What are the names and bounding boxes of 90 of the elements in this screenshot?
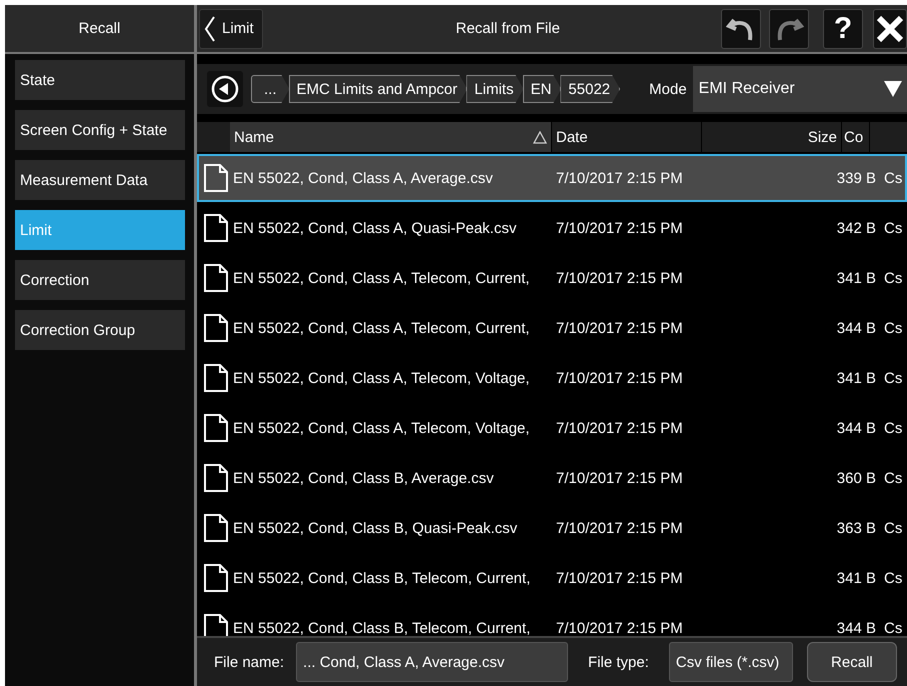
file-size: 341 B — [836, 370, 876, 386]
document-icon — [203, 614, 229, 636]
file-date: 7/10/2017 2:15 PM — [555, 620, 684, 636]
panel-title: Recall — [5, 5, 194, 54]
help-button[interactable]: ? — [823, 8, 863, 48]
file-name: EN 55022, Cond, Class A, Average.csv — [233, 170, 493, 186]
breadcrumb-item[interactable]: EN — [522, 75, 562, 103]
table-cell-text: Cs — [883, 620, 904, 636]
document-icon — [203, 214, 229, 242]
document-icon — [203, 264, 229, 292]
file-date: 7/10/2017 2:15 PM — [555, 570, 684, 586]
sidebar-item[interactable]: Screen Config + State — [15, 110, 185, 150]
breadcrumb-item[interactable]: EMC Limits and Ampcor — [288, 75, 468, 103]
file-row[interactable]: EN 55022, Cond, Class A, Telecom, Current, 7/10/2017 2:15 PM 341 B Cs — [197, 254, 907, 302]
document-icon — [203, 314, 229, 342]
file-size: 363 B — [836, 520, 876, 536]
document-icon — [203, 564, 229, 592]
file-size: 360 B — [836, 470, 876, 486]
file-date: 7/10/2017 2:15 PM — [555, 420, 684, 436]
file-name: EN 55022, Cond, Class A, Telecom, Voltage, — [233, 370, 530, 386]
file-row[interactable]: EN 55022, Cond, Class B, Telecom, Current, 7/10/2017 2:15 PM 344 B Cs — [197, 604, 907, 636]
mode-label: Mode — [649, 80, 687, 98]
column-header[interactable]: Name — [230, 122, 552, 152]
redo-button[interactable] — [769, 8, 809, 48]
file-row[interactable]: EN 55022, Cond, Class A, Average.csv 7/10/2017 2:15 PM 339 B Cs — [197, 154, 907, 202]
file-size: 344 B — [836, 620, 876, 636]
file-type-dropdown[interactable]: Csv files (*.csv) — [668, 642, 793, 682]
column-header[interactable]: Co — [842, 122, 870, 152]
file-row[interactable]: EN 55022, Cond, Class A, Quasi-Peak.csv 7/10/2017 2:15 PM 342 B Cs — [197, 204, 907, 252]
file-name-label: File name: — [214, 654, 284, 670]
file-size: 339 B — [836, 170, 876, 186]
document-icon — [203, 414, 229, 442]
table-cell-text: Cs — [883, 220, 904, 236]
sidebar-item[interactable]: State — [15, 60, 185, 100]
file-name: EN 55022, Cond, Class A, Telecom, Current, — [233, 270, 530, 286]
table-cell-text: Cs — [883, 470, 904, 486]
file-row[interactable]: EN 55022, Cond, Class B, Average.csv 7/10/2017 2:15 PM 360 B Cs — [197, 454, 907, 502]
file-row[interactable]: EN 55022, Cond, Class A, Telecom, Current, 7/10/2017 2:15 PM 344 B Cs — [197, 304, 907, 352]
file-date: 7/10/2017 2:15 PM — [555, 320, 684, 336]
file-date: 7/10/2017 2:15 PM — [555, 270, 684, 286]
breadcrumb-item[interactable]: Limits — [466, 75, 524, 103]
file-size: 341 B — [836, 270, 876, 286]
table-cell-text: Cs — [883, 370, 904, 386]
mode-dropdown[interactable]: EMI Receiver — [692, 66, 907, 112]
back-arrow-button[interactable] — [207, 71, 243, 107]
file-name: EN 55022, Cond, Class A, Telecom, Current, — [233, 320, 530, 336]
chevron-left-icon — [204, 16, 216, 42]
file-size: 344 B — [836, 420, 876, 436]
file-row[interactable]: EN 55022, Cond, Class A, Telecom, Voltage, 7/10/2017 2:15 PM 344 B Cs — [197, 404, 907, 452]
recall-button[interactable]: Recall — [806, 642, 897, 682]
close-icon — [876, 14, 904, 42]
document-icon — [203, 514, 229, 542]
sidebar-item[interactable]: Correction Group — [15, 310, 185, 350]
sidebar-item[interactable]: Measurement Data — [15, 160, 185, 200]
breadcrumb-item[interactable]: 55022 — [560, 75, 620, 103]
file-size: 341 B — [836, 570, 876, 586]
file-date: 7/10/2017 2:15 PM — [555, 170, 684, 186]
file-row[interactable]: EN 55022, Cond, Class A, Telecom, Voltage, 7/10/2017 2:15 PM 341 B Cs — [197, 354, 907, 402]
table-cell-text: Cs — [883, 520, 904, 536]
file-row[interactable]: EN 55022, Cond, Class B, Telecom, Current, 7/10/2017 2:15 PM 341 B Cs — [197, 554, 907, 602]
breadcrumb-item[interactable]: ... — [251, 75, 290, 103]
file-size: 344 B — [836, 320, 876, 336]
file-name: EN 55022, Cond, Class B, Telecom, Current, — [233, 570, 530, 586]
dialog-title: Recall from File — [454, 20, 561, 37]
table-cell-text: Cs — [883, 270, 904, 286]
file-date: 7/10/2017 2:15 PM — [555, 520, 684, 536]
table-cell-text: Cs — [883, 170, 904, 186]
file-name-field[interactable]: ... Cond, Class A, Average.csv — [296, 642, 568, 682]
table-cell-text: Cs — [883, 320, 904, 336]
file-name: EN 55022, Cond, Class A, Telecom, Voltage, — [233, 420, 530, 436]
file-row[interactable]: EN 55022, Cond, Class B, Quasi-Peak.csv 7/10/2017 2:15 PM 363 B Cs — [197, 504, 907, 552]
file-name: EN 55022, Cond, Class B, Quasi-Peak.csv — [233, 520, 518, 536]
file-size: 342 B — [836, 220, 876, 236]
file-type-label: File type: — [588, 654, 649, 670]
file-name: EN 55022, Cond, Class B, Average.csv — [233, 470, 494, 486]
sidebar-item[interactable]: Correction — [15, 260, 185, 300]
file-name: EN 55022, Cond, Class B, Telecom, Current, — [233, 620, 530, 636]
document-icon — [203, 364, 229, 392]
file-name: EN 55022, Cond, Class A, Quasi-Peak.csv — [233, 220, 516, 236]
file-date: 7/10/2017 2:15 PM — [555, 470, 684, 486]
table-cell-text: Cs — [883, 570, 904, 586]
back-button[interactable]: Limit — [199, 8, 263, 48]
document-icon — [203, 464, 229, 492]
document-icon — [203, 164, 229, 192]
close-button[interactable] — [873, 8, 907, 48]
file-date: 7/10/2017 2:15 PM — [555, 370, 684, 386]
undo-button[interactable] — [721, 8, 761, 48]
file-date: 7/10/2017 2:15 PM — [555, 220, 684, 236]
table-cell-text: Cs — [883, 420, 904, 436]
dropdown-arrow-icon — [883, 80, 903, 98]
